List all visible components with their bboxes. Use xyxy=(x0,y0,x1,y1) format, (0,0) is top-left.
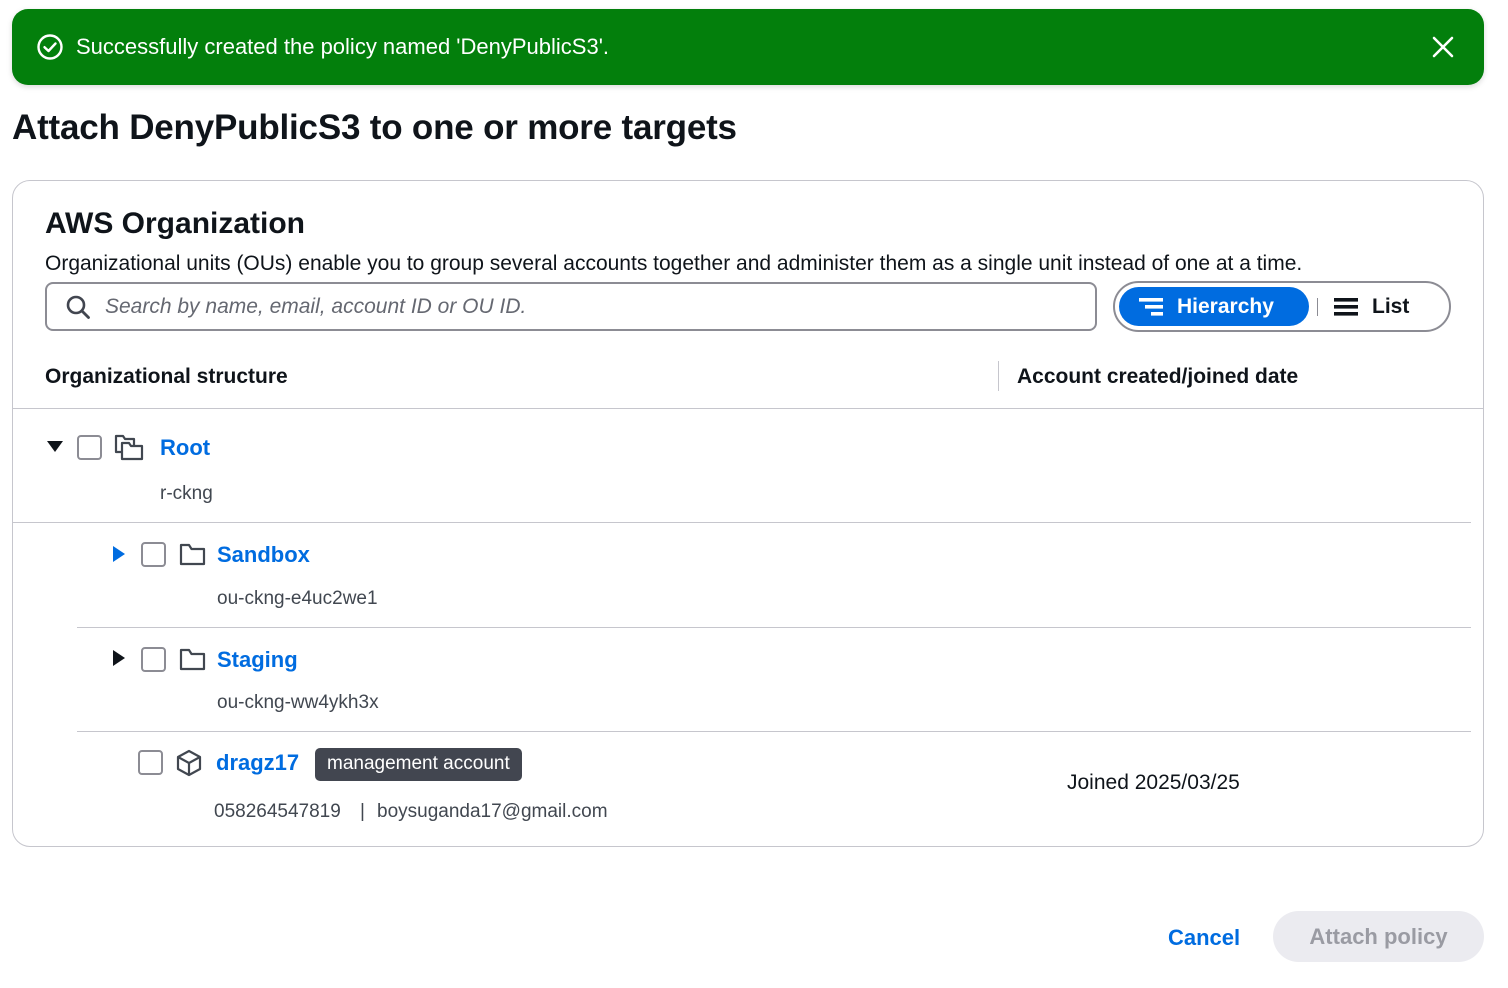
search-icon xyxy=(65,294,91,320)
joined-date: Joined 2025/03/25 xyxy=(1067,771,1240,794)
sandbox-checkbox[interactable] xyxy=(141,542,166,567)
staging-ou-id: ou-ckng-ww4ykh3x xyxy=(217,692,379,713)
folder-icon xyxy=(178,541,208,569)
caret-right-icon[interactable] xyxy=(110,649,128,667)
management-account-badge: management account xyxy=(315,748,522,781)
account-link[interactable]: dragz17 xyxy=(216,750,299,776)
sandbox-ou-id: ou-ckng-e4uc2we1 xyxy=(217,588,378,609)
list-toggle-button[interactable]: List xyxy=(1318,287,1409,326)
container-title: AWS Organization xyxy=(45,207,306,240)
view-toggle: Hierarchy List xyxy=(1113,281,1451,332)
cancel-button[interactable]: Cancel xyxy=(1168,925,1240,951)
attach-policy-label: Attach policy xyxy=(1309,923,1448,949)
table-header-divider xyxy=(13,408,1483,409)
account-id: 058264547819 xyxy=(214,801,341,822)
list-label: List xyxy=(1372,294,1410,318)
close-icon[interactable] xyxy=(1426,30,1460,64)
aws-organization-container: AWS Organization Organizational units (O… xyxy=(12,180,1484,847)
row-divider xyxy=(77,731,1471,732)
column-header-structure: Organizational structure xyxy=(45,365,288,388)
success-flashbar: Successfully created the policy named 'D… xyxy=(12,9,1484,85)
root-folders-icon xyxy=(114,433,144,461)
hierarchy-toggle-button[interactable]: Hierarchy xyxy=(1119,287,1309,326)
check-circle-icon xyxy=(36,33,64,61)
flash-message: Successfully created the policy named 'D… xyxy=(76,34,610,59)
container-description: Organizational units (OUs) enable you to… xyxy=(45,252,1303,275)
page-title: Attach DenyPublicS3 to one or more targe… xyxy=(12,108,737,147)
column-header-date: Account created/joined date xyxy=(1017,365,1299,388)
list-icon xyxy=(1332,296,1360,318)
account-separator: | xyxy=(360,801,365,822)
account-checkbox[interactable] xyxy=(138,750,163,775)
row-divider xyxy=(77,627,1471,628)
staging-checkbox[interactable] xyxy=(141,647,166,672)
account-cube-icon xyxy=(174,749,204,777)
root-checkbox[interactable] xyxy=(77,435,102,460)
search-field[interactable] xyxy=(45,282,1097,331)
staging-link[interactable]: Staging xyxy=(217,647,298,673)
sandbox-link[interactable]: Sandbox xyxy=(217,542,310,568)
column-divider[interactable] xyxy=(998,361,999,391)
row-divider xyxy=(13,522,1471,523)
root-link[interactable]: Root xyxy=(160,435,210,461)
search-input[interactable] xyxy=(105,294,1065,319)
hierarchy-label: Hierarchy xyxy=(1177,294,1274,318)
folder-icon xyxy=(178,646,208,674)
caret-down-icon[interactable] xyxy=(46,438,64,456)
root-id: r-ckng xyxy=(160,483,213,504)
hierarchy-icon xyxy=(1137,296,1165,318)
attach-policy-button[interactable]: Attach policy xyxy=(1273,911,1484,962)
caret-right-icon[interactable] xyxy=(110,545,128,563)
account-email: boysuganda17@gmail.com xyxy=(377,801,608,822)
